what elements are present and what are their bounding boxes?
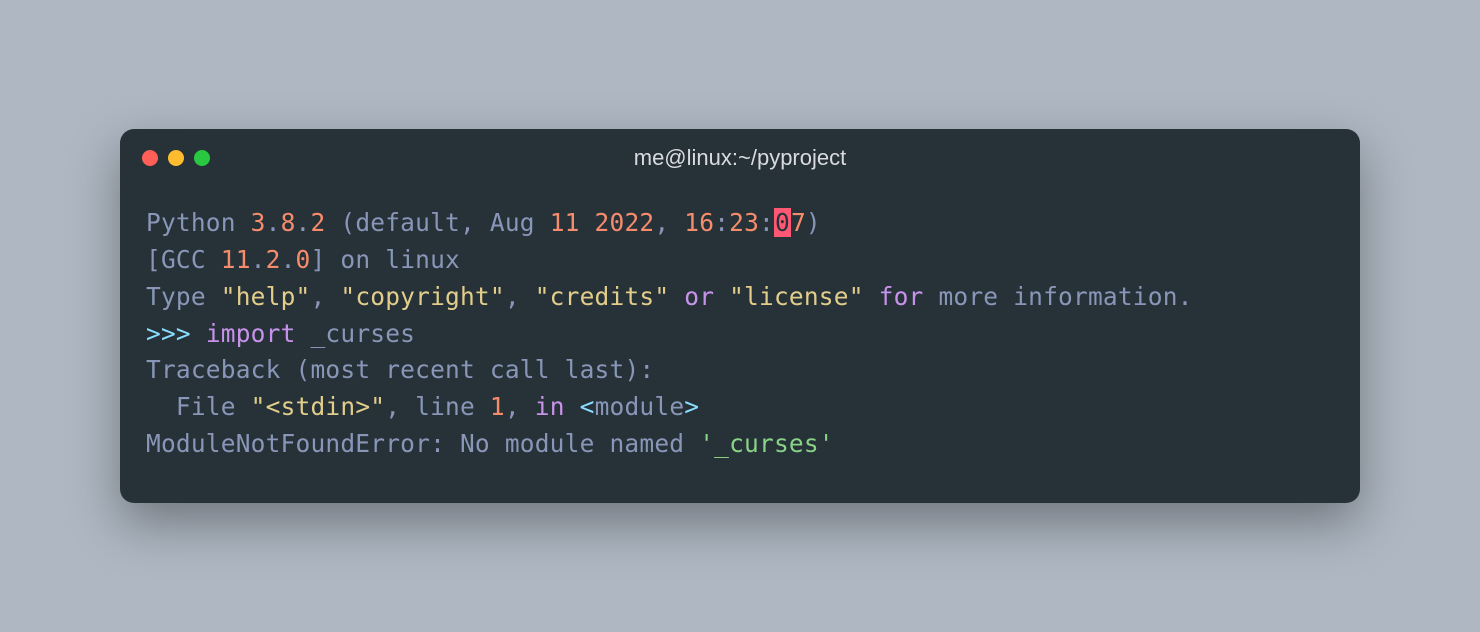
line-prompt-import: >>> import _curses [146, 319, 415, 348]
line-traceback: Traceback (most recent call last): [146, 355, 654, 384]
cursor-block: 0 [774, 208, 791, 237]
terminal-body[interactable]: Python 3.8.2 (default, Aug 11 2022, 16:2… [120, 187, 1360, 502]
window-title: me@linux:~/pyproject [634, 145, 846, 171]
line-file-stdin: File "<stdin>", line 1, in <module> [146, 392, 699, 421]
close-icon[interactable] [142, 150, 158, 166]
terminal-window: me@linux:~/pyproject Python 3.8.2 (defau… [120, 129, 1360, 502]
line-error: ModuleNotFoundError: No module named '_c… [146, 429, 834, 458]
line-python-version: Python 3.8.2 (default, Aug 11 2022, 16:2… [146, 208, 821, 237]
maximize-icon[interactable] [194, 150, 210, 166]
line-type-help: Type "help", "copyright", "credits" or "… [146, 282, 1193, 311]
titlebar: me@linux:~/pyproject [120, 129, 1360, 187]
minimize-icon[interactable] [168, 150, 184, 166]
line-gcc: [GCC 11.2.0] on linux [146, 245, 460, 274]
traffic-lights [142, 150, 210, 166]
